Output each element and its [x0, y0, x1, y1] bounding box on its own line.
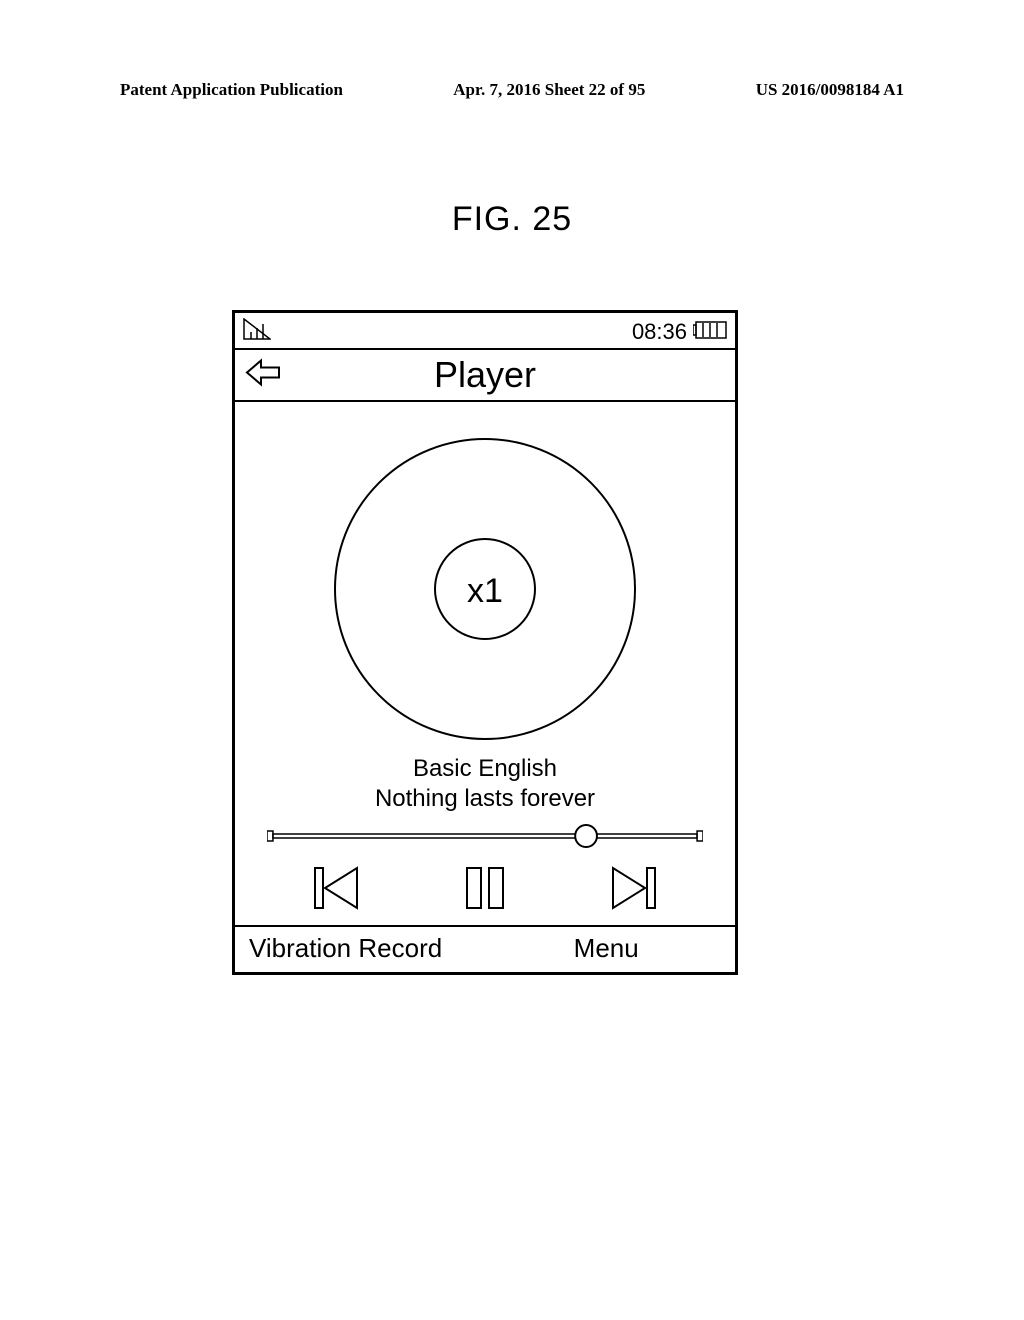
album-title: Basic English	[253, 755, 717, 783]
disc-icon: x1	[253, 434, 717, 749]
page-title: Player	[235, 354, 735, 396]
softkey-vibration-record[interactable]: Vibration Record	[249, 933, 544, 964]
progress-slider[interactable]	[267, 823, 703, 854]
playback-controls	[313, 866, 657, 915]
status-bar: 08:36	[235, 313, 735, 348]
header-center: Apr. 7, 2016 Sheet 22 of 95	[453, 80, 645, 100]
softkey-menu[interactable]: Menu	[574, 933, 721, 964]
signal-icon	[243, 318, 271, 346]
title-bar: Player	[235, 348, 735, 402]
header-left: Patent Application Publication	[120, 80, 343, 100]
previous-button[interactable]	[313, 866, 361, 915]
soft-key-bar: Vibration Record Menu	[235, 925, 735, 972]
page-header: Patent Application Publication Apr. 7, 2…	[120, 80, 904, 100]
clock-text: 08:36	[632, 319, 687, 345]
player-content: x1 Basic English Nothing lasts forever	[235, 402, 735, 915]
track-title: Nothing lasts forever	[253, 785, 717, 813]
battery-icon	[693, 319, 727, 345]
header-right: US 2016/0098184 A1	[756, 80, 904, 100]
figure-label: FIG. 25	[0, 200, 1024, 239]
next-button[interactable]	[609, 866, 657, 915]
back-arrow-icon[interactable]	[245, 358, 283, 393]
pause-button[interactable]	[461, 866, 509, 915]
device-frame: 08:36 Player x1	[232, 310, 738, 975]
speed-label: x1	[467, 572, 503, 610]
